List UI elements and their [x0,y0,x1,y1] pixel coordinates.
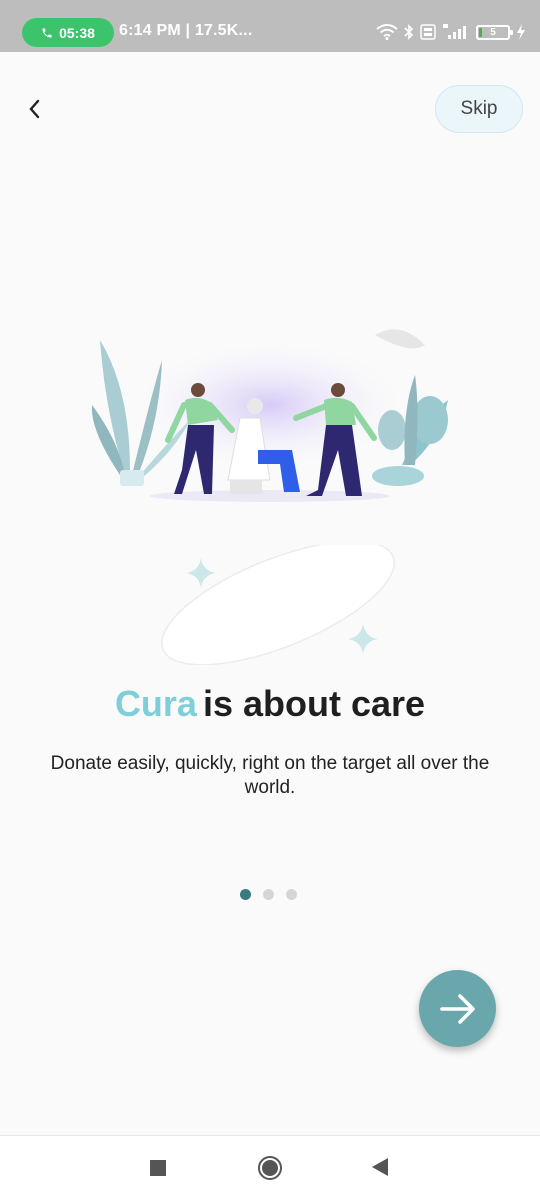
brand-name: Cura [114,683,197,724]
sparkle-icon [348,624,378,654]
home-circle-icon[interactable] [258,1156,282,1180]
arrow-right-icon [439,993,475,1024]
people-care-illustration [91,329,448,502]
page-dot-2[interactable] [263,889,274,900]
call-timer: 05:38 [59,24,95,41]
page-dot-1[interactable] [240,889,251,900]
battery-level-fill [479,27,482,37]
page-dot-3[interactable] [286,889,297,900]
phone-icon [42,28,52,37]
status-info-text: 6:14 PM | 17.5K... [119,22,253,39]
status-bar: 05:38 6:14 PM | 17.5K... 5 [0,0,540,52]
next-button[interactable] [419,970,496,1047]
chevron-left-icon [29,99,40,119]
battery-icon: 5 [476,24,513,40]
title-text: is about care [202,683,426,724]
onboarding-title: Cura is about care [0,683,540,725]
home-circle-inner [262,1160,278,1176]
recents-square-icon[interactable] [150,1160,166,1176]
volte-icon [420,24,436,40]
skip-button[interactable]: Skip [435,85,523,133]
page-indicator [240,889,297,900]
onboarding-subtitle: Donate easily, quickly, right on the tar… [50,753,490,798]
signal-4g-icon [443,24,466,39]
sparkle-icon [186,558,216,588]
back-triangle-icon[interactable] [372,1158,388,1176]
back-button[interactable] [20,94,48,124]
battery-level: 5 [490,26,496,38]
system-nav-bar [0,1135,540,1200]
status-icons: 5 [376,20,526,44]
bluetooth-icon [404,24,414,40]
charging-icon [517,24,525,40]
battery-tip [510,29,513,35]
ongoing-call-pill[interactable]: 05:38 [22,18,114,47]
wifi-icon [376,24,398,40]
